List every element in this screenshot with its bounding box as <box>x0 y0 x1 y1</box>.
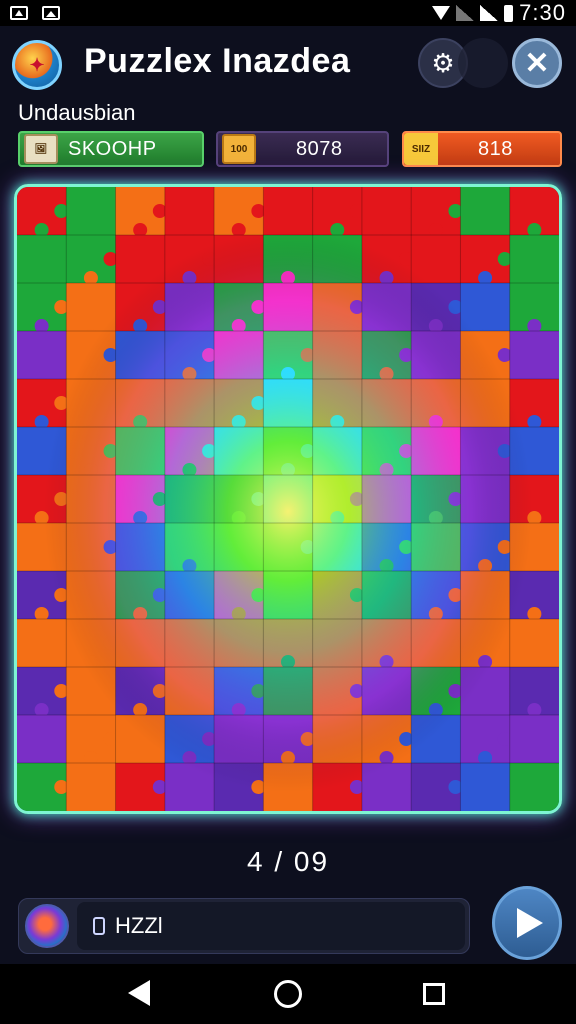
stat-label-1: SKOOHP <box>68 137 157 160</box>
stat-badge-1[interactable]: 🖼 SKOOHP <box>18 131 204 167</box>
app-title: Puzzlex Inazdea <box>84 42 351 80</box>
close-icon: ✕ <box>524 46 550 80</box>
stat-label-3: 818 <box>478 137 513 160</box>
level-subtitle: Undausbian <box>18 100 136 125</box>
input-container[interactable] <box>77 902 465 950</box>
app-header: ✦ Puzzlex Inazdea ⚙ ✕ <box>0 32 576 96</box>
stats-bar: 🖼 SKOOHP 100 8078 SIIZ 818 <box>0 131 576 169</box>
cursor-icon <box>93 917 105 935</box>
puzzle-board[interactable] <box>14 184 562 814</box>
picture-icon: 🖼 <box>24 134 58 164</box>
stat-label-2: 8078 <box>296 137 343 160</box>
stat-icon-3: SIIZ <box>404 133 438 165</box>
app-logo: ✦ <box>12 40 62 90</box>
battery-icon <box>504 4 514 22</box>
puzzle-grid[interactable] <box>17 187 559 811</box>
bottom-bar <box>18 898 470 954</box>
play-icon <box>517 908 543 938</box>
image-notification-icon <box>42 6 60 20</box>
text-input[interactable] <box>113 912 417 940</box>
signal-icon <box>456 5 475 21</box>
stat-icon-2: 100 <box>222 134 256 164</box>
wifi-icon <box>432 6 451 20</box>
home-notification-icon <box>10 6 28 20</box>
signal-icon-2 <box>480 5 499 21</box>
home-icon[interactable] <box>274 980 302 1008</box>
avatar[interactable] <box>25 904 69 948</box>
recent-apps-icon[interactable] <box>423 983 445 1005</box>
back-icon[interactable] <box>128 980 150 1006</box>
play-button[interactable] <box>492 886 562 960</box>
status-time: 7:30 <box>519 0 566 25</box>
navigation-bar <box>0 964 576 1024</box>
hidden-button[interactable] <box>458 38 508 88</box>
stat-badge-2[interactable]: 100 8078 <box>216 131 389 167</box>
status-bar: 7:30 <box>0 0 576 26</box>
board-glow <box>17 187 559 811</box>
gear-icon: ⚙ <box>431 47 455 78</box>
piece-progress: 4 / 09 <box>246 846 330 877</box>
close-button[interactable]: ✕ <box>512 38 562 88</box>
stat-badge-3[interactable]: SIIZ 818 <box>402 131 562 167</box>
